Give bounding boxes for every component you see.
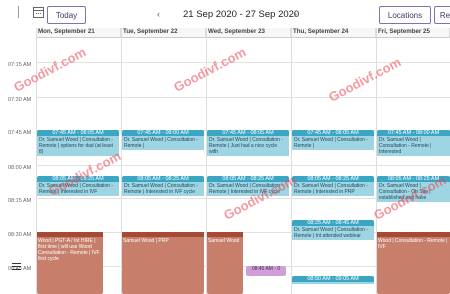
appointment[interactable]: 07:45 AM - 08:05 AM Dr. Samuel Wood | Con… xyxy=(207,130,289,176)
appointment[interactable]: 08:50 AM - 09:05 AM xyxy=(292,276,374,294)
appointment-short[interactable]: 08:45 AM - 0 xyxy=(246,266,286,276)
day-header-thu: Thu, September 24 xyxy=(291,28,376,38)
date-range: 21 Sep 2020 - 27 Sep 2020 xyxy=(183,9,300,20)
appointment[interactable]: 07:45 AM - 08:05 AM Dr. Samuel Wood | Con… xyxy=(292,130,374,176)
time-label: 08:00 AM xyxy=(8,165,32,171)
day-header-fri: Fri, September 25 xyxy=(376,28,450,38)
appointment[interactable]: 08:25 AM - 08:45 AM Dr. Samuel Wood | Con… xyxy=(292,220,374,262)
appointment[interactable]: 08:05 AM - 08:25 AM Dr. Samuel Wood | Con… xyxy=(122,176,204,218)
day-header-wed: Wed, September 23 xyxy=(206,28,291,38)
appointment[interactable]: 08:05 AM - 08:25 AM Dr. Samuel Wood | Con… xyxy=(292,176,374,218)
resources-button[interactable]: Re xyxy=(434,6,450,24)
appointment-group[interactable]: Wood | Consultation - Remote | IVF xyxy=(377,232,450,294)
prev-week-button[interactable]: ‹ xyxy=(157,9,160,19)
time-label: 07:30 AM xyxy=(8,97,32,103)
calendar-icon[interactable] xyxy=(33,7,44,18)
appointment[interactable]: 07:45 AM - 08:00 AM Dr. Samuel Wood | Con… xyxy=(377,130,450,164)
today-button[interactable]: Today xyxy=(47,6,86,24)
next-week-button[interactable]: › xyxy=(294,9,297,19)
time-label: 08:15 AM xyxy=(8,198,32,204)
calendar-app: Today ‹ 21 Sep 2020 - 27 Sep 2020 › Loca… xyxy=(0,0,450,294)
toolbar: Today ‹ 21 Sep 2020 - 27 Sep 2020 › Loca… xyxy=(0,0,450,28)
appointment[interactable]: 07:45 AM - 08:00 AM Dr. Samuel Wood | Con… xyxy=(122,130,204,164)
watermark: Goodivf.com xyxy=(11,44,89,95)
hamburger-icon[interactable] xyxy=(12,263,21,270)
sidebar-toggle-icon[interactable] xyxy=(18,6,27,18)
locations-button[interactable]: Locations xyxy=(379,6,431,24)
watermark: Goodivf.com xyxy=(171,44,249,95)
time-label: 08:30 AM xyxy=(8,232,32,238)
appointment-group[interactable]: Samuel Wood xyxy=(207,232,243,294)
appointment-group[interactable]: Wood | PGT-A / Int HIRE | first time | w… xyxy=(37,232,103,294)
day-header-tue: Tue, September 22 xyxy=(121,28,206,38)
appointment-group[interactable]: Samuel Wood | PRP xyxy=(122,232,204,294)
time-label: 07:45 AM xyxy=(8,130,32,136)
day-header-mon: Mon, September 21 xyxy=(36,28,121,38)
time-label: 07:15 AM xyxy=(8,62,32,68)
